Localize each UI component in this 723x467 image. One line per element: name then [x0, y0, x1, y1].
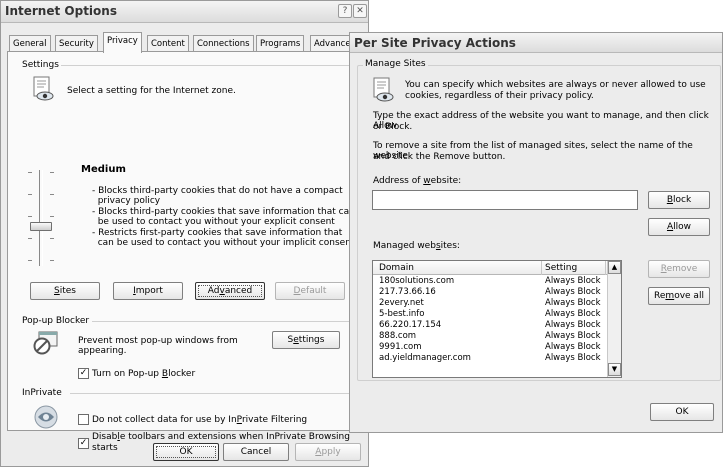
list-row[interactable]: 66.220.17.154 Always Block	[373, 320, 621, 331]
intro-text-line1: You can specify which websites are alway…	[405, 80, 706, 90]
tab-general[interactable]: General	[9, 35, 51, 52]
slider-tick	[50, 172, 54, 173]
slider-tick	[50, 238, 54, 239]
ok-button[interactable]: OK	[153, 443, 219, 461]
ok-button[interactable]: OK	[650, 403, 714, 421]
settings-divider	[56, 65, 349, 66]
tab-connections[interactable]: Connections	[193, 35, 254, 52]
scroll-up-button[interactable]: ▲	[608, 261, 621, 274]
disable-toolbars-label-line2: starts	[92, 443, 118, 453]
remove-button[interactable]: Remove	[648, 260, 710, 278]
inprivate-divider	[70, 393, 349, 394]
list-row[interactable]: 5-best.info Always Block	[373, 309, 621, 320]
privacy-sites-icon	[373, 77, 394, 102]
list-row[interactable]: 2every.net Always Block	[373, 298, 621, 309]
block-button[interactable]: Block	[648, 191, 710, 209]
disable-toolbars-label[interactable]: Disable toolbars and extensions when InP…	[92, 432, 350, 442]
popup-text-line2: appearing.	[78, 346, 127, 356]
scroll-down-button[interactable]: ▼	[608, 363, 621, 376]
cancel-button[interactable]: Cancel	[223, 443, 289, 461]
manage-sites-group-label: Manage Sites	[363, 59, 428, 69]
list-row[interactable]: ad.yieldmanager.com Always Block	[373, 353, 621, 364]
slider-tick	[28, 238, 32, 239]
allow-button[interactable]: Allow	[648, 218, 710, 236]
list-row[interactable]: 9991.com Always Block	[373, 342, 621, 353]
remove-instruction-line2: and click the Remove button.	[373, 152, 506, 162]
level-description-line: - Blocks third-party cookies that save i…	[92, 207, 355, 217]
slider-tick	[28, 172, 32, 173]
managed-websites-label: Managed websites:	[373, 241, 460, 251]
title-bar[interactable]: Per Site Privacy Actions	[350, 33, 722, 53]
import-button[interactable]: Import	[113, 282, 183, 300]
column-header-domain[interactable]: Domain	[379, 262, 414, 274]
tab-programs[interactable]: Programs	[256, 35, 305, 52]
list-scrollbar[interactable]: ▲ ▼	[607, 261, 621, 377]
popup-group-label: Pop-up Blocker	[20, 316, 92, 326]
sites-button[interactable]: Sites	[30, 282, 100, 300]
level-description-line: privacy policy	[92, 196, 161, 206]
slider-tick	[50, 260, 54, 261]
per-site-privacy-window: Per Site Privacy Actions Manage Sites Yo…	[349, 32, 723, 433]
column-separator[interactable]	[605, 261, 606, 275]
disable-toolbars-checkbox[interactable]: ✓	[78, 438, 89, 449]
list-row[interactable]: 180solutions.com Always Block	[373, 276, 621, 287]
intro-text-line2: cookies, regardless of their privacy pol…	[405, 91, 594, 101]
tab-strip: General Security Privacy Content Connect…	[9, 32, 368, 53]
popup-settings-button[interactable]: Settings	[272, 331, 340, 349]
privacy-settings-icon	[33, 76, 54, 101]
address-label: Address of website:	[373, 176, 462, 186]
privacy-level-slider-thumb[interactable]	[30, 222, 52, 231]
privacy-tab-panel: Settings Select a setting for the Intern…	[7, 51, 356, 453]
settings-group-label: Settings	[20, 60, 61, 70]
level-description-line: can be used to contact you without your …	[92, 238, 355, 248]
popup-blocker-checkbox[interactable]: ✓	[78, 368, 89, 379]
remove-all-button[interactable]: Remove all	[648, 287, 710, 305]
popup-blocker-checkbox-label[interactable]: Turn on Pop-up Blocker	[92, 369, 195, 379]
settings-intro-text: Select a setting for the Internet zone.	[67, 86, 236, 96]
internet-options-window: Internet Options ? ✕ General Security Pr…	[0, 0, 369, 467]
slider-tick	[28, 194, 32, 195]
inprivate-filtering-label[interactable]: Do not collect data for use by InPrivate…	[92, 415, 307, 425]
website-address-input[interactable]	[372, 190, 638, 210]
tab-privacy[interactable]: Privacy	[103, 32, 142, 53]
privacy-level-slider-track[interactable]	[39, 170, 43, 266]
popup-blocker-icon	[33, 331, 58, 355]
window-title: Per Site Privacy Actions	[354, 36, 516, 50]
list-header: Domain Setting	[373, 261, 621, 275]
default-button[interactable]: Default	[275, 282, 345, 300]
slider-tick	[28, 216, 32, 217]
popup-divider	[92, 321, 349, 322]
managed-websites-list[interactable]: Domain Setting 180solutions.com Always Bl…	[372, 260, 622, 378]
slider-tick	[50, 216, 54, 217]
level-description-line: be used to contact you without your expl…	[92, 217, 335, 227]
list-row[interactable]: 888.com Always Block	[373, 331, 621, 342]
instruction-text-line1: Type the exact address of the website yo…	[373, 111, 709, 131]
slider-tick	[50, 194, 54, 195]
advanced-button[interactable]: Advanced	[195, 282, 265, 300]
inprivate-filtering-checkbox[interactable]	[78, 414, 89, 425]
title-bar[interactable]: Internet Options ? ✕	[1, 1, 368, 23]
slider-tick	[28, 260, 32, 261]
window-title: Internet Options	[5, 4, 117, 18]
instruction-text-line2: or Block.	[373, 122, 413, 132]
column-separator[interactable]	[541, 261, 542, 275]
inprivate-group-label: InPrivate	[20, 388, 64, 398]
popup-text-line1: Prevent most pop-up windows from	[78, 336, 238, 346]
close-button[interactable]: ✕	[353, 4, 367, 18]
level-description-line: - Blocks third-party cookies that do not…	[92, 186, 343, 196]
inprivate-icon	[34, 405, 58, 429]
privacy-level-name: Medium	[81, 164, 126, 175]
list-row[interactable]: 217.73.66.16 Always Block	[373, 287, 621, 298]
tab-security[interactable]: Security	[55, 35, 98, 52]
tab-content[interactable]: Content	[147, 35, 189, 52]
help-button[interactable]: ?	[338, 4, 352, 18]
apply-button[interactable]: Apply	[295, 443, 361, 461]
column-header-setting[interactable]: Setting	[545, 262, 577, 274]
level-description-line: - Restricts first-party cookies that sav…	[92, 228, 343, 238]
